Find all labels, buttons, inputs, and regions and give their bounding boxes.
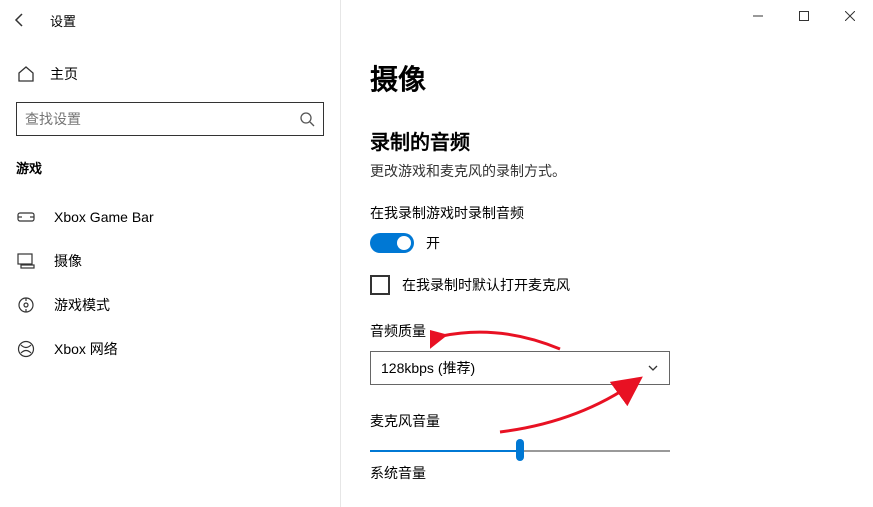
- titlebar: 设置: [0, 0, 873, 40]
- maximize-button[interactable]: [781, 0, 827, 32]
- close-button[interactable]: [827, 0, 873, 32]
- toggle-knob: [397, 236, 411, 250]
- record-audio-label: 在我录制游戏时录制音频: [370, 203, 843, 223]
- minimize-button[interactable]: [735, 0, 781, 32]
- record-audio-toggle[interactable]: [370, 233, 414, 253]
- audio-section-title: 录制的音频: [370, 126, 843, 155]
- sidebar-item-game-mode[interactable]: 游戏模式: [0, 283, 340, 327]
- page-title: 摄像: [370, 58, 843, 98]
- sidebar-item-xbox-game-bar[interactable]: Xbox Game Bar: [0, 195, 340, 239]
- chevron-down-icon: [647, 362, 659, 374]
- search-icon: [299, 111, 315, 127]
- search-input-wrap[interactable]: [16, 102, 324, 136]
- mic-default-label: 在我录制时默认打开麦克风: [402, 275, 570, 295]
- mic-volume-slider[interactable]: [370, 441, 670, 443]
- sidebar-item-label: 摄像: [54, 251, 82, 271]
- minimize-icon: [753, 11, 763, 21]
- slider-thumb[interactable]: [516, 439, 524, 461]
- game-mode-icon: [16, 295, 36, 315]
- sidebar-section-header: 游戏: [0, 152, 340, 195]
- back-button[interactable]: [0, 0, 40, 40]
- sidebar-item-captures[interactable]: 摄像: [0, 239, 340, 283]
- system-volume-label: 系统音量: [370, 463, 843, 483]
- xbox-network-icon: [16, 339, 36, 359]
- sidebar-item-label: Xbox 网络: [54, 339, 118, 359]
- sidebar-item-label: 游戏模式: [54, 295, 110, 315]
- toggle-state-label: 开: [426, 233, 440, 253]
- sidebar-home-label: 主页: [50, 64, 78, 84]
- window-title: 设置: [50, 11, 76, 30]
- home-icon: [16, 64, 36, 84]
- search-input[interactable]: [25, 111, 299, 127]
- sidebar-home[interactable]: 主页: [0, 56, 340, 92]
- maximize-icon: [799, 11, 809, 21]
- game-bar-icon: [16, 207, 36, 227]
- content-pane: 摄像 录制的音频 更改游戏和麦克风的录制方式。 在我录制游戏时录制音频 开 在我…: [340, 40, 873, 507]
- arrow-left-icon: [12, 12, 28, 28]
- audio-quality-label: 音频质量: [370, 321, 843, 341]
- mic-volume-label: 麦克风音量: [370, 411, 843, 431]
- sidebar-item-xbox-network[interactable]: Xbox 网络: [0, 327, 340, 371]
- audio-quality-value: 128kbps (推荐): [381, 358, 475, 378]
- window-controls: [735, 0, 873, 32]
- mic-default-checkbox[interactable]: [370, 275, 390, 295]
- sidebar-item-label: Xbox Game Bar: [54, 209, 154, 225]
- sidebar: 主页 游戏 Xbox Game Bar 摄像: [0, 40, 340, 507]
- close-icon: [845, 11, 855, 21]
- slider-fill: [370, 450, 520, 452]
- captures-icon: [16, 251, 36, 271]
- audio-quality-dropdown[interactable]: 128kbps (推荐): [370, 351, 670, 385]
- audio-section-desc: 更改游戏和麦克风的录制方式。: [370, 161, 843, 181]
